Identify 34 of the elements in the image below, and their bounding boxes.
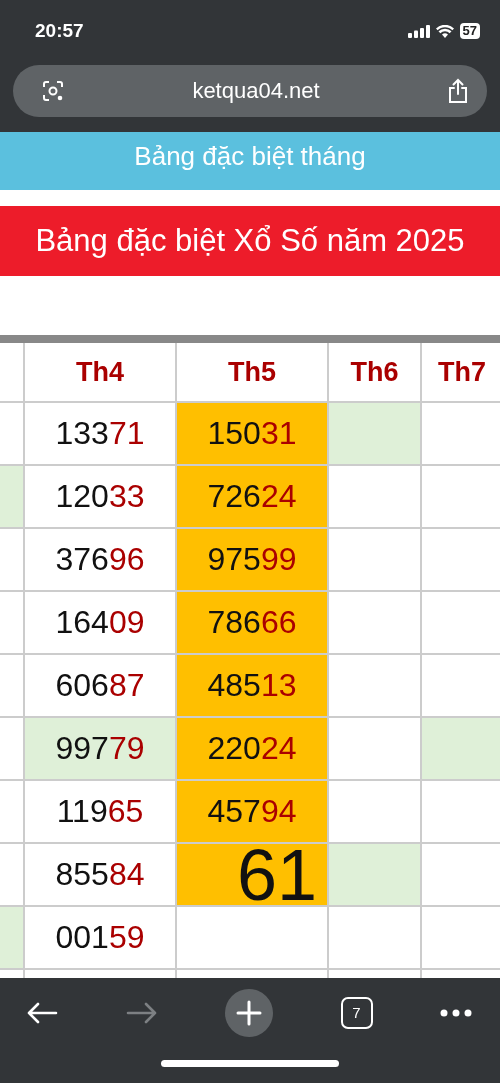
table-cell: 78666 (177, 592, 327, 653)
year-banner[interactable]: Bảng đặc biệt Xổ Số năm 2025 (0, 206, 500, 276)
table-cell: 72624 (177, 466, 327, 527)
column-header: Th4 (25, 343, 175, 401)
table-cell: 99779 (25, 718, 175, 779)
table-cell: 48513 (177, 655, 327, 716)
table-cell (0, 343, 23, 401)
address-bar[interactable]: ketqua04.net (13, 65, 487, 117)
table-cell: 22024 (177, 718, 327, 779)
column-header: Th6 (329, 343, 420, 401)
column-header: Th5 (177, 343, 327, 401)
tabs-button[interactable]: 7 (340, 996, 373, 1029)
wifi-icon (435, 24, 454, 38)
table-cell: 97599 (177, 529, 327, 590)
table-cell: 16409 (25, 592, 175, 653)
column-header: Th7 (422, 343, 500, 401)
table-cell: 12033 (25, 466, 175, 527)
more-icon[interactable] (440, 1008, 472, 1017)
new-tab-icon[interactable] (225, 988, 273, 1037)
table-cell: 15031 (177, 403, 327, 464)
table-cell: 37696 (25, 529, 175, 590)
battery-level: 57 (459, 23, 480, 39)
table-cell: 13371 (25, 403, 175, 464)
table-cell: 11965 (25, 781, 175, 842)
table-cell: 61 (177, 844, 327, 905)
back-icon[interactable] (26, 1000, 58, 1025)
signal-icon (407, 24, 430, 38)
table-cell: 85584 (25, 844, 175, 905)
table-cell: 60687 (25, 655, 175, 716)
table-cell: 45794 (177, 781, 327, 842)
share-icon[interactable] (447, 78, 469, 104)
lens-icon[interactable] (41, 79, 65, 103)
table-cell: 00159 (25, 907, 175, 968)
status-time: 20:57 (35, 20, 84, 42)
